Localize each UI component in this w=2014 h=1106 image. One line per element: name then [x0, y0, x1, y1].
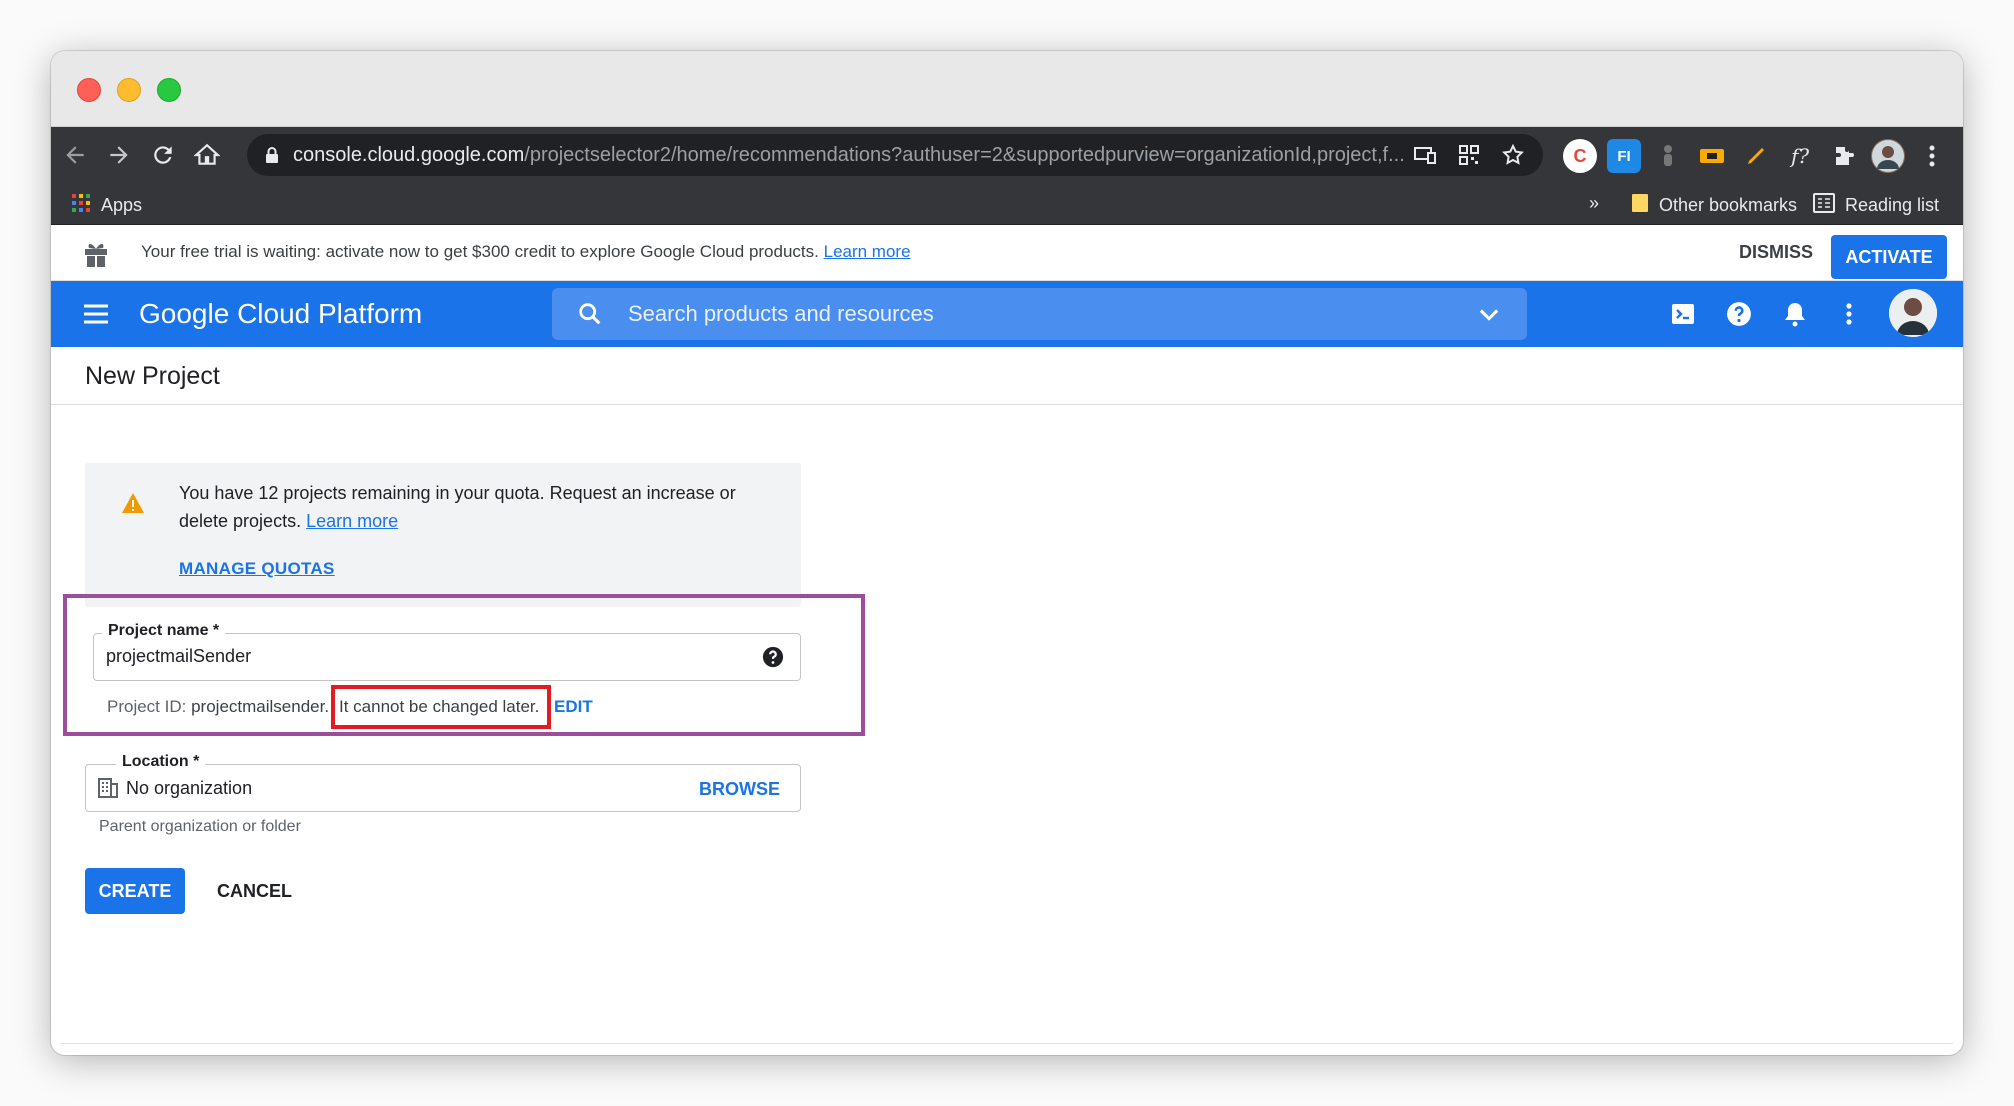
project-id-prefix: Project ID: — [107, 697, 187, 716]
warning-icon — [121, 491, 145, 515]
user-avatar[interactable] — [1889, 289, 1937, 337]
project-id-note: It cannot be changed later. — [339, 697, 540, 716]
apps-label: Apps — [101, 195, 143, 215]
cloud-shell-icon[interactable] — [1667, 298, 1699, 330]
project-id-value: projectmailsender. — [191, 697, 330, 716]
location-value: No organization — [126, 778, 253, 798]
banner-text: Your free trial is waiting: activate now… — [141, 242, 819, 261]
quota-text: You have 12 projects remaining in your q… — [179, 483, 736, 531]
browser-menu-icon[interactable] — [1915, 139, 1949, 173]
gift-icon — [83, 240, 109, 273]
help-circle-icon[interactable] — [762, 646, 784, 673]
lock-icon — [265, 146, 279, 164]
back-arrow-icon[interactable] — [57, 137, 93, 173]
other-bookmarks-folder[interactable]: Other bookmarks — [1631, 193, 1797, 218]
hamburger-menu-icon[interactable] — [81, 299, 111, 329]
bookmark-star-icon[interactable] — [1495, 137, 1531, 173]
project-id-line: Project ID: projectmailsender. — [107, 697, 329, 717]
banner-learn-more-link[interactable]: Learn more — [824, 242, 911, 261]
formula-extension-icon[interactable]: f? — [1783, 139, 1817, 173]
product-title[interactable]: Google Cloud Platform — [139, 298, 422, 330]
c-extension-icon[interactable]: C — [1563, 139, 1597, 173]
url-text: console.cloud.google.com/projectselector… — [293, 144, 1407, 167]
apps-grid-icon — [71, 193, 91, 218]
bookmark-apps[interactable]: Apps — [71, 193, 142, 218]
more-options-icon[interactable] — [1833, 298, 1865, 330]
zoom-window-button[interactable] — [157, 78, 181, 102]
bookmarks-bar: Apps » Other bookmarks Reading list — [51, 183, 1963, 225]
help-icon[interactable] — [1723, 298, 1755, 330]
reload-icon[interactable] — [145, 137, 181, 173]
home-icon[interactable] — [189, 137, 225, 173]
footer-divider — [61, 1043, 1953, 1044]
profile-avatar-icon[interactable] — [1871, 139, 1905, 173]
reading-list-button[interactable]: Reading list — [1813, 193, 1939, 218]
activate-button[interactable]: ACTIVATE — [1831, 235, 1947, 279]
page-header: New Project — [51, 347, 1963, 405]
cast-icon[interactable] — [1407, 137, 1443, 173]
gcp-header: Google Cloud Platform Search products an… — [51, 281, 1963, 347]
bookmarks-overflow-button[interactable]: » — [1589, 193, 1599, 214]
yellow-extension-icon[interactable] — [1695, 139, 1729, 173]
quota-learn-more-link[interactable]: Learn more — [306, 511, 398, 531]
manage-quotas-link[interactable]: MANAGE QUOTAS — [179, 559, 335, 579]
minimize-window-button[interactable] — [117, 78, 141, 102]
overflow-label: » — [1589, 193, 1600, 213]
url-host: console.cloud.google.com — [293, 143, 525, 166]
notifications-bell-icon[interactable] — [1779, 298, 1811, 330]
search-icon — [576, 300, 604, 328]
formula-extension-label: f? — [1790, 144, 1810, 168]
quota-message: You have 12 projects remaining in your q… — [179, 479, 759, 535]
fi-extension-icon[interactable]: FI — [1607, 139, 1641, 173]
puzzle-figure-extension-icon[interactable] — [1651, 139, 1685, 173]
reading-list-icon — [1813, 193, 1835, 218]
project-name-input[interactable]: projectmailSender — [106, 646, 251, 667]
reading-list-label: Reading list — [1845, 195, 1940, 215]
qr-code-icon[interactable] — [1451, 137, 1487, 173]
free-trial-banner: Your free trial is waiting: activate now… — [51, 225, 1963, 281]
search-input[interactable]: Search products and resources — [628, 301, 1475, 327]
pencil-extension-icon[interactable] — [1739, 139, 1773, 173]
address-bar[interactable]: console.cloud.google.com/projectselector… — [247, 134, 1543, 176]
chevron-down-icon[interactable] — [1475, 300, 1503, 328]
location-label: Location * — [116, 753, 206, 771]
project-name-label: Project name * — [102, 622, 226, 640]
folder-icon — [1631, 193, 1649, 218]
browse-button[interactable]: BROWSE — [699, 779, 780, 800]
forward-arrow-icon[interactable] — [101, 137, 137, 173]
quota-notice: You have 12 projects remaining in your q… — [85, 463, 801, 607]
create-button[interactable]: CREATE — [85, 868, 185, 914]
search-bar[interactable]: Search products and resources — [552, 288, 1527, 340]
project-name-field[interactable]: Project name * projectmailSender — [93, 622, 801, 681]
close-window-button[interactable] — [77, 78, 101, 102]
puzzle-extensions-icon[interactable] — [1827, 139, 1861, 173]
location-field[interactable]: Location * No organization BROWSE — [85, 753, 801, 812]
browser-toolbar: console.cloud.google.com/projectselector… — [51, 127, 1963, 183]
building-icon — [98, 778, 118, 803]
edit-project-id-button[interactable]: EDIT — [554, 697, 593, 717]
c-extension-label: C — [1573, 145, 1587, 166]
fi-extension-label: FI — [1617, 147, 1631, 165]
dismiss-button[interactable]: DISMISS — [1731, 238, 1821, 267]
url-path: /projectselector2/home/recommendations?a… — [524, 143, 1405, 166]
title-bar — [51, 51, 1963, 127]
banner-message: Your free trial is waiting: activate now… — [141, 242, 911, 262]
page-title: New Project — [85, 362, 220, 390]
browser-window: console.cloud.google.com/projectselector… — [51, 51, 1963, 1055]
cancel-button[interactable]: CANCEL — [217, 881, 292, 902]
other-bookmarks-label: Other bookmarks — [1659, 195, 1798, 215]
location-helper-text: Parent organization or folder — [99, 818, 301, 835]
